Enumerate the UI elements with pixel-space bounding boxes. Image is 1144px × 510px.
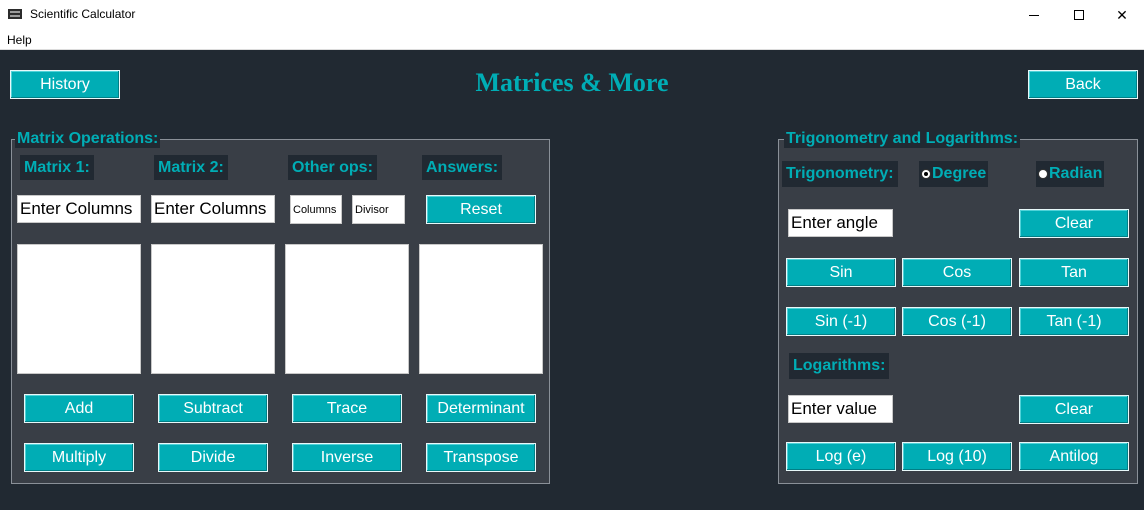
other-ops-textarea[interactable] (285, 244, 409, 374)
trig-log-title: Trigonometry and Logarithms: (784, 130, 1021, 148)
page-title: Matrices & More (475, 68, 669, 97)
tan-button[interactable]: Tan (1019, 258, 1129, 287)
window-title: Scientific Calculator (30, 7, 136, 21)
degree-label: Degree (932, 165, 987, 182)
matrix1-label: Matrix 1: (20, 155, 94, 180)
matrix2-textarea[interactable] (151, 244, 275, 374)
close-icon: ✕ (1116, 7, 1128, 23)
divide-button[interactable]: Divide (158, 443, 268, 472)
radian-label: Radian (1049, 165, 1103, 182)
logarithms-label: Logarithms: (789, 353, 890, 379)
matrix1-columns-input[interactable] (17, 195, 141, 223)
log-10-button[interactable]: Log (10) (902, 442, 1012, 471)
answers-textarea[interactable] (419, 244, 543, 374)
arccos-button[interactable]: Cos (-1) (902, 307, 1012, 336)
antilog-button[interactable]: Antilog (1019, 442, 1129, 471)
maximize-icon (1074, 10, 1084, 20)
back-button[interactable]: Back (1028, 70, 1138, 99)
multiply-button[interactable]: Multiply (24, 443, 134, 472)
sin-button[interactable]: Sin (786, 258, 896, 287)
minimize-button[interactable] (1012, 0, 1056, 30)
close-button[interactable]: ✕ (1100, 0, 1144, 30)
log-value-input[interactable] (788, 395, 893, 423)
log-e-button[interactable]: Log (e) (786, 442, 896, 471)
determinant-button[interactable]: Determinant (426, 394, 536, 423)
divisor-input[interactable] (352, 195, 405, 224)
trace-button[interactable]: Trace (292, 394, 402, 423)
subtract-button[interactable]: Subtract (158, 394, 268, 423)
maximize-button[interactable] (1057, 0, 1101, 30)
reset-button[interactable]: Reset (426, 195, 536, 224)
add-button[interactable]: Add (24, 394, 134, 423)
matrix2-columns-input[interactable] (151, 195, 275, 223)
arctan-button[interactable]: Tan (-1) (1019, 307, 1129, 336)
radio-selected-icon (921, 169, 931, 179)
transpose-button[interactable]: Transpose (426, 443, 536, 472)
columns-input[interactable] (290, 195, 342, 224)
calculator-app-icon (8, 9, 22, 19)
answers-label: Answers: (422, 155, 503, 180)
window-titlebar: Scientific Calculator ✕ (0, 0, 1144, 30)
clear-value-button[interactable]: Clear (1019, 395, 1129, 424)
arcsin-button[interactable]: Sin (-1) (786, 307, 896, 336)
angle-input[interactable] (788, 209, 893, 237)
cos-button[interactable]: Cos (902, 258, 1012, 287)
matrix-operations-title: Matrix Operations: (15, 130, 161, 148)
trigonometry-label: Trigonometry: (782, 161, 898, 187)
radian-radio[interactable]: Radian (1036, 161, 1105, 187)
menu-bar: Help (0, 30, 1144, 50)
radio-unselected-icon (1038, 169, 1048, 179)
clear-angle-button[interactable]: Clear (1019, 209, 1129, 238)
other-ops-label: Other ops: (288, 155, 377, 180)
matrix2-label: Matrix 2: (154, 155, 228, 180)
minimize-icon (1029, 14, 1039, 16)
inverse-button[interactable]: Inverse (292, 443, 402, 472)
matrix1-textarea[interactable] (17, 244, 141, 374)
menu-help[interactable]: Help (7, 33, 32, 47)
degree-radio[interactable]: Degree (919, 161, 989, 187)
